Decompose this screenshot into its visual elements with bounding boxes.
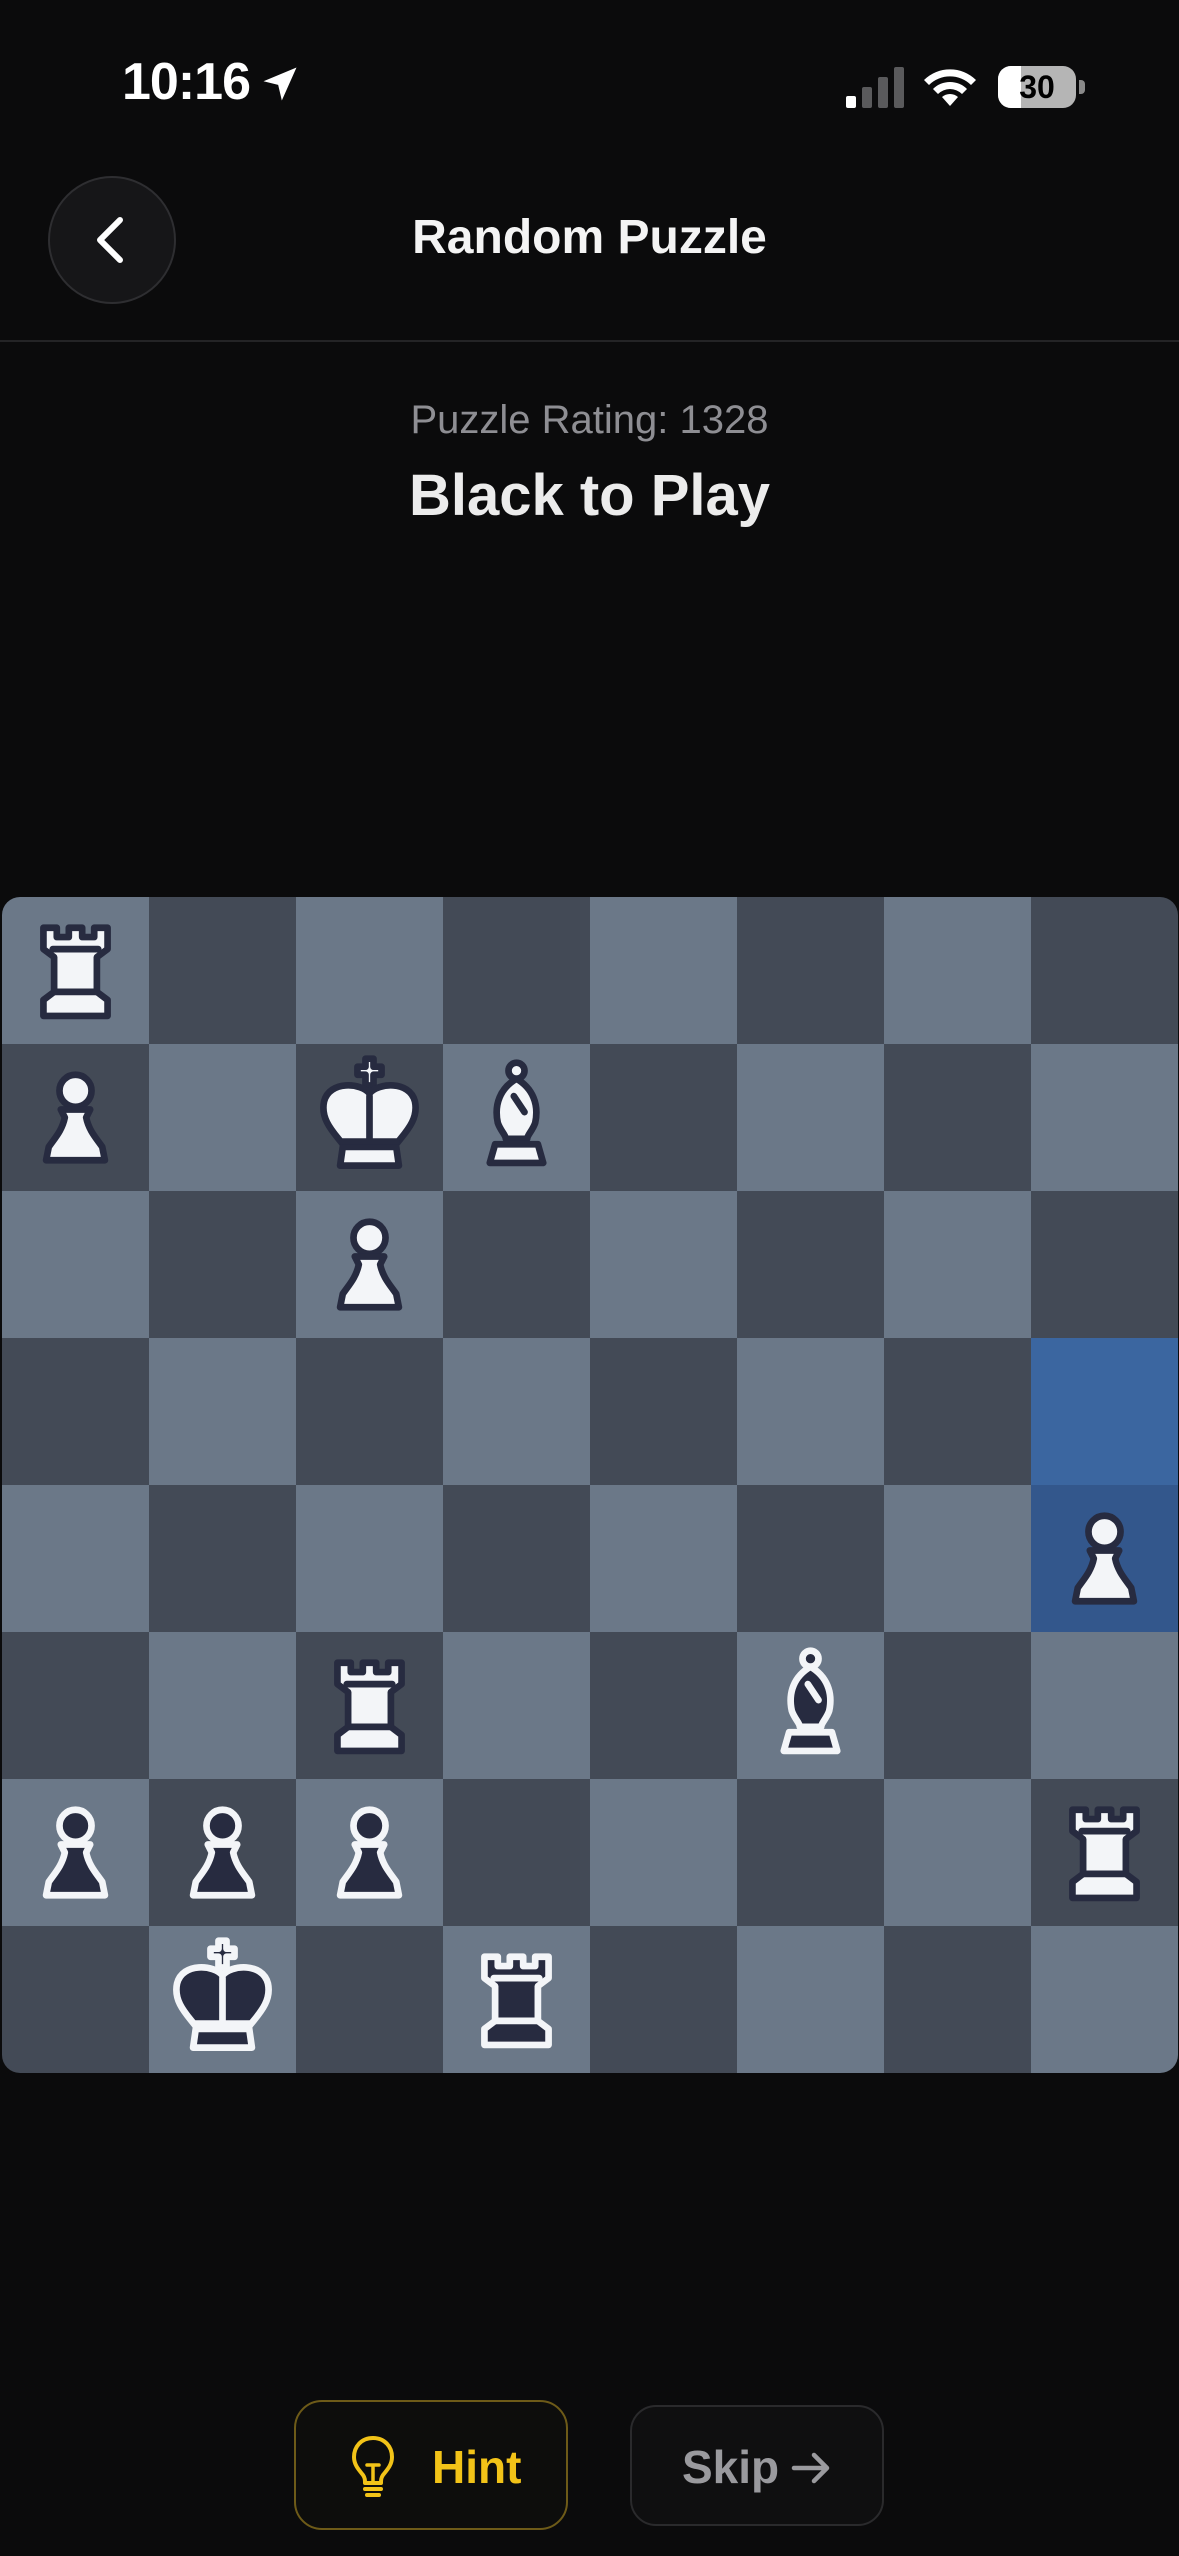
square-b5[interactable]: [149, 1338, 296, 1485]
square-f7[interactable]: [737, 1044, 884, 1191]
square-e2[interactable]: [590, 1779, 737, 1926]
square-b4[interactable]: [149, 1485, 296, 1632]
square-c2[interactable]: [296, 1779, 443, 1926]
square-g7[interactable]: [884, 1044, 1031, 1191]
square-g5[interactable]: [884, 1338, 1031, 1485]
square-d6[interactable]: [443, 1191, 590, 1338]
black-pawn-icon[interactable]: [2, 1779, 149, 1926]
square-b8[interactable]: [149, 897, 296, 1044]
square-g4[interactable]: [884, 1485, 1031, 1632]
square-h2[interactable]: [1031, 1779, 1178, 1926]
square-f6[interactable]: [737, 1191, 884, 1338]
black-king-icon[interactable]: [149, 1926, 296, 2073]
square-a5[interactable]: [2, 1338, 149, 1485]
square-f1[interactable]: [737, 1926, 884, 2073]
square-e7[interactable]: [590, 1044, 737, 1191]
square-d8[interactable]: [443, 897, 590, 1044]
square-c5[interactable]: [296, 1338, 443, 1485]
square-a7[interactable]: [2, 1044, 149, 1191]
square-f3[interactable]: [737, 1632, 884, 1779]
lightbulb-icon: [352, 2436, 394, 2497]
square-g3[interactable]: [884, 1632, 1031, 1779]
square-f4[interactable]: [737, 1485, 884, 1632]
skip-label: Skip: [682, 2441, 780, 2493]
square-h1[interactable]: [1031, 1926, 1178, 2073]
square-h8[interactable]: [1031, 897, 1178, 1044]
nav-header: Random Puzzle: [0, 170, 1179, 342]
square-e5[interactable]: [590, 1338, 737, 1485]
page-title: Random Puzzle: [412, 211, 767, 264]
battery-nub: [1079, 80, 1085, 94]
white-rook-icon[interactable]: [1031, 1779, 1178, 1926]
square-e6[interactable]: [590, 1191, 737, 1338]
status-time: 10:16: [122, 53, 251, 111]
square-g1[interactable]: [884, 1926, 1031, 2073]
square-d2[interactable]: [443, 1779, 590, 1926]
puzzle-rating: Puzzle Rating: 1328: [410, 398, 769, 442]
square-h5[interactable]: [1031, 1338, 1178, 1485]
square-b2[interactable]: [149, 1779, 296, 1926]
white-rook-icon[interactable]: [2, 897, 149, 1044]
white-king-icon[interactable]: [296, 1044, 443, 1191]
white-rook-icon[interactable]: [296, 1632, 443, 1779]
square-c6[interactable]: [296, 1191, 443, 1338]
square-a1[interactable]: [2, 1926, 149, 2073]
white-pawn-icon[interactable]: [296, 1191, 443, 1338]
white-pawn-icon[interactable]: [1031, 1485, 1178, 1632]
square-h6[interactable]: [1031, 1191, 1178, 1338]
square-b6[interactable]: [149, 1191, 296, 1338]
square-f5[interactable]: [737, 1338, 884, 1485]
square-g8[interactable]: [884, 897, 1031, 1044]
square-e1[interactable]: [590, 1926, 737, 2073]
square-a4[interactable]: [2, 1485, 149, 1632]
chess-board[interactable]: [2, 897, 1178, 2073]
skip-button[interactable]: Skip: [630, 2405, 884, 2526]
square-c8[interactable]: [296, 897, 443, 1044]
square-f2[interactable]: [737, 1779, 884, 1926]
square-c4[interactable]: [296, 1485, 443, 1632]
square-d3[interactable]: [443, 1632, 590, 1779]
square-c7[interactable]: [296, 1044, 443, 1191]
side-to-play: Black to Play: [408, 463, 771, 528]
square-a2[interactable]: [2, 1779, 149, 1926]
square-b1[interactable]: [149, 1926, 296, 2073]
black-bishop-icon[interactable]: [737, 1632, 884, 1779]
location-arrow-icon: [263, 67, 297, 101]
square-d5[interactable]: [443, 1338, 590, 1485]
black-pawn-icon[interactable]: [296, 1779, 443, 1926]
square-c1[interactable]: [296, 1926, 443, 2073]
square-e4[interactable]: [590, 1485, 737, 1632]
white-pawn-icon[interactable]: [2, 1044, 149, 1191]
square-a3[interactable]: [2, 1632, 149, 1779]
square-h4[interactable]: [1031, 1485, 1178, 1632]
cellular-signal-icon: [846, 67, 904, 108]
square-a8[interactable]: [2, 897, 149, 1044]
white-bishop-icon[interactable]: [443, 1044, 590, 1191]
square-f8[interactable]: [737, 897, 884, 1044]
square-e8[interactable]: [590, 897, 737, 1044]
black-rook-icon[interactable]: [443, 1926, 590, 2073]
square-b7[interactable]: [149, 1044, 296, 1191]
square-d7[interactable]: [443, 1044, 590, 1191]
arrow-right-icon: [791, 2452, 830, 2484]
square-d1[interactable]: [443, 1926, 590, 2073]
battery-indicator: 30: [998, 66, 1076, 108]
battery-level-text: 30: [1019, 69, 1055, 105]
square-g2[interactable]: [884, 1779, 1031, 1926]
square-c3[interactable]: [296, 1632, 443, 1779]
hint-button[interactable]: Hint: [294, 2400, 568, 2530]
square-g6[interactable]: [884, 1191, 1031, 1338]
square-h3[interactable]: [1031, 1632, 1178, 1779]
square-d4[interactable]: [443, 1485, 590, 1632]
hint-label: Hint: [432, 2441, 522, 2493]
square-e3[interactable]: [590, 1632, 737, 1779]
black-pawn-icon[interactable]: [149, 1779, 296, 1926]
status-bar: 10:16 30: [0, 0, 1179, 170]
square-h7[interactable]: [1031, 1044, 1178, 1191]
wifi-icon: [924, 69, 976, 106]
square-a6[interactable]: [2, 1191, 149, 1338]
square-b3[interactable]: [149, 1632, 296, 1779]
